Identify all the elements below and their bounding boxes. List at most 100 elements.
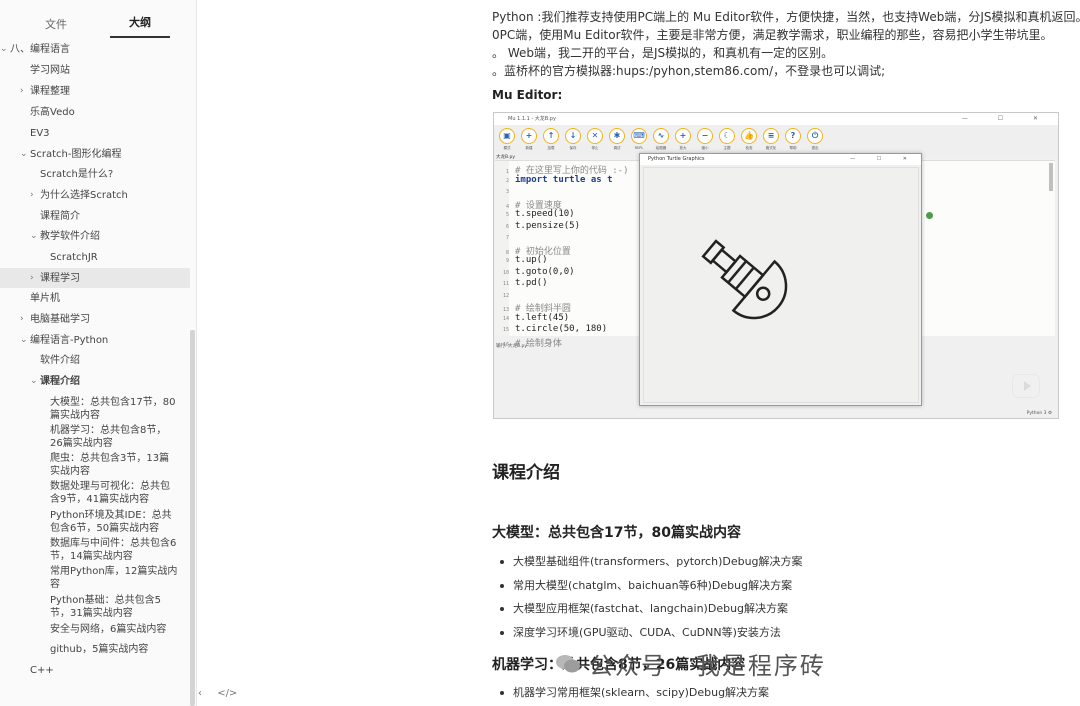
outline-item[interactable]: › 课程学习 [0,268,190,288]
chevron-down-icon[interactable]: ⌄ [30,375,38,388]
outline-item-label: 课程简介 [40,211,80,222]
mu-toolbar-button: ✕ 停止 [586,128,604,151]
mu-toolbar-icon: ✱ [609,128,625,144]
outline-item-label: 机器学习：总共包含8节，26篇实战内容 [50,425,167,449]
list-item: 深度学习环境(GPU驱动、CUDA、CuDNN等)安装方法 [497,624,803,648]
mu-toolbar-label: 退出 [811,146,819,150]
mu-toolbar-icon: + [521,128,537,144]
outline-item-label: 安全与网络，6篇实战内容 [50,624,167,635]
intro-line-4: 。蓝桥杯的官方模拟器:hups:/pyhon,stem86.com/，不登录也可… [492,64,886,78]
mu-toolbar-icon: − [697,128,713,144]
list-item: 大模型基础组件(transformers、pytorch)Debug解决方案 [497,553,803,577]
outline-item-label: 单片机 [30,293,60,304]
mu-toolbar-icon: 👍 [741,128,757,144]
code-text: import turtle as t [515,174,613,185]
outline-item[interactable]: ⌄ 教学软件介绍 [0,230,190,243]
code-text: t.goto(0,0) [515,266,575,277]
mu-toolbar-button: ↓ 保存 [564,128,582,151]
line-number: 2 [505,177,509,184]
mu-toolbar-label: 检查 [745,146,753,150]
intro-line-3: 。 Web端，我二开的平台，是JS模拟的，和真机有一定的区别。 [492,46,834,60]
outline-tree: ⌄ 八、编程语言 学习网站 › 课程整理乐高Vedo EV3 ⌄ Scratch-图形化编程 S… [0,38,190,684]
outline-item[interactable]: ⌄ 编程语言-Python [0,334,190,347]
outline-item[interactable]: EV3 [0,127,190,140]
document-content: Python :我们推荐支持使用PC端上的 Mu Editor软件，方便快捷，当… [197,0,1080,706]
code-line: 5 t.speed(10) [497,209,575,219]
tab-outline[interactable]: 大纲 [110,14,170,38]
code-text: t.circle(50, 180) [515,324,608,334]
list-item: 机器学习常用框架(sklearn、scipy)Debug解决方案 [497,684,769,706]
outline-item-label: github，5篇实战内容 [50,644,149,655]
outline-item[interactable]: 学习网站 [0,64,190,77]
outline-item[interactable]: › 课程整理 [0,85,190,98]
chevron-down-icon[interactable]: ⌄ [0,43,8,56]
outline-item[interactable]: C++ [0,664,190,677]
mu-toolbar-icon: ? [785,128,801,144]
outline-item-label: 编程语言-Python [30,335,109,346]
outline-item[interactable]: › 电脑基础学习 [0,313,190,326]
outline-item[interactable]: › 为什么选择Scratch [0,189,190,202]
mu-toolbar-label: 模式 [503,146,511,150]
outline-item[interactable]: 爬虫：总共包含3节，13篇实战内容 [0,452,190,478]
outline-item-label: 为什么选择Scratch [40,190,128,201]
mu-toolbar-label: 新建 [525,146,533,150]
mu-toolbar-icon: + [675,128,691,144]
outline-item-label: 大模型：总共包含17节，80篇实战内容 [50,397,176,421]
line-number: 5 [505,212,509,218]
code-text: t.pensize(5) [515,220,581,231]
chevron-right-icon[interactable]: › [20,313,24,326]
outline-item-label: 课程介绍 [40,376,80,387]
outline-item[interactable]: ⌄ 八、编程语言 [0,43,190,56]
outline-item[interactable]: ⌄ Scratch-图形化编程 [0,148,190,161]
mu-toolbar-button: + 放大 [674,128,692,151]
outline-item-label: 数据库与中间件：总共包含6节，14篇实战内容 [50,538,177,562]
outline-item-label: 常用Python库，12篇实战内容 [50,566,178,590]
outline-item[interactable]: Python基础：总共包含5节，31篇实战内容 [0,594,190,620]
tab-files[interactable]: 文件 [26,16,86,38]
outline-item[interactable]: 机器学习：总共包含8节，26篇实战内容 [0,424,190,450]
outline-item[interactable]: ⌄ 课程介绍 [0,375,190,388]
outline-item-label: 乐高Vedo [30,107,75,118]
outline-item[interactable]: 单片机 [0,292,190,305]
chevron-right-icon[interactable]: › [30,189,34,202]
outline-item[interactable]: 安全与网络，6篇实战内容 [0,623,190,636]
turtle-graphics-window: Python Turtle Graphics — ☐ ✕ [639,153,922,406]
outline-item[interactable]: Python环境及其IDE：总共包含6节，50篇实战内容 [0,509,190,535]
mu-toolbar-label: 缩小 [701,146,709,150]
mu-window-controls: — ☐ ✕ [961,115,1052,122]
code-text: t.speed(10) [515,209,575,219]
outline-item[interactable]: 乐高Vedo [0,106,190,119]
sidebar-scrollbar[interactable] [190,330,195,706]
outline-item-label: 课程学习 [40,273,80,284]
outline-item-label: 课程整理 [30,86,70,97]
mu-indicator-dot [926,212,933,219]
outline-item[interactable]: github，5篇实战内容 [0,643,190,656]
mu-toolbar-label: 绘图器 [655,146,667,150]
outline-item[interactable]: 常用Python库，12篇实战内容 [0,565,190,591]
chevron-down-icon[interactable]: ⌄ [30,230,38,243]
mu-toolbar-label: 加载 [547,146,555,150]
turtle-window-controls: — ☐ ✕ [850,156,917,162]
outline-item[interactable]: 数据库与中间件：总共包含6节，14篇实战内容 [0,537,190,563]
mu-toolbar-icon: ✕ [587,128,603,144]
mu-toolbar-button: − 缩小 [696,128,714,151]
outline-item[interactable]: 软件介绍 [0,354,190,367]
outline-item[interactable]: Scratch是什么? [0,168,190,181]
chevron-down-icon[interactable]: ⌄ [20,334,28,347]
turtle-drawing [701,239,788,320]
line-number: 15 [502,327,509,333]
outline-item[interactable]: ScratchJR [0,251,190,264]
outline-item[interactable]: 数据处理与可视化：总共包含9节，41篇实战内容 [0,480,190,506]
mu-toolbar-icon: ▣ [499,128,515,144]
mu-toolbar-button: ≡ 格式化 [762,128,780,151]
outline-item[interactable]: 课程简介 [0,210,190,223]
chevron-right-icon[interactable]: › [30,272,34,285]
sidebar-tabs: 文件 大纲 [0,0,196,38]
chevron-down-icon[interactable]: ⌄ [20,148,28,161]
mu-toolbar-icon: ∿ [653,128,669,144]
outline-item[interactable]: 大模型：总共包含17节，80篇实战内容 [0,396,190,422]
line-number: 12 [502,292,509,299]
outline-item-label: Scratch是什么? [40,169,114,180]
outline-item-label: 教学软件介绍 [40,231,100,242]
chevron-right-icon[interactable]: › [20,85,24,98]
